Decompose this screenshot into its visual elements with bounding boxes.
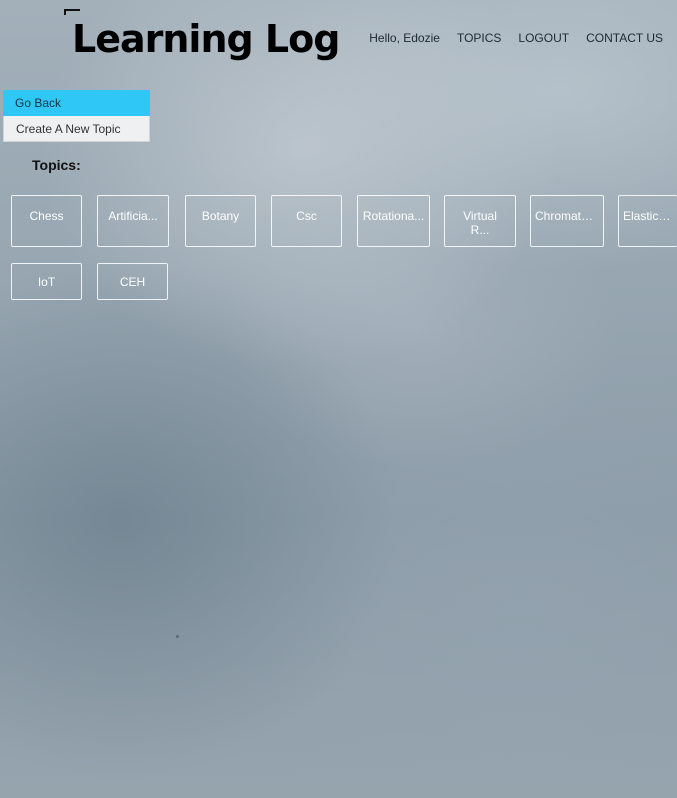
topic-card-label: Csc	[296, 209, 317, 223]
topic-card-artificial[interactable]: Artificia...	[97, 195, 169, 247]
topic-card-iot[interactable]: IoT	[11, 263, 82, 300]
topic-card-label: Rotationa...	[362, 209, 425, 223]
greeting-link[interactable]: Hello, Edozie	[369, 31, 440, 45]
side-menu: Go Back Create A New Topic	[3, 90, 150, 142]
topic-card-chess[interactable]: Chess	[11, 195, 82, 247]
topic-card-rotational[interactable]: Rotationa...	[357, 195, 430, 247]
topic-card-label: Artificia...	[108, 209, 158, 223]
contact-nav-link[interactable]: CONTACT US	[586, 31, 663, 45]
topic-card-elasticity[interactable]: Elasticit...	[618, 195, 677, 247]
topic-card-label: Virtual R...	[463, 209, 497, 237]
topic-card-label: Chess	[29, 209, 64, 223]
topic-card-label: CEH	[119, 275, 146, 289]
topic-card-label: IoT	[37, 275, 56, 289]
corner-bracket-icon	[64, 9, 80, 15]
topic-card-label: Botany	[201, 209, 240, 223]
topics-heading: Topics:	[32, 157, 81, 173]
top-nav: Hello, Edozie TOPICS LOGOUT CONTACT US	[369, 31, 663, 45]
topic-card-ceh[interactable]: CEH	[97, 263, 168, 300]
site-title: Learning Log	[72, 17, 340, 61]
topic-card-csc[interactable]: Csc	[271, 195, 342, 247]
logout-nav-link[interactable]: LOGOUT	[518, 31, 569, 45]
create-topic-button[interactable]: Create A New Topic	[3, 116, 150, 142]
topic-card-botany[interactable]: Botany	[185, 195, 256, 247]
topic-card-label: Elasticit...	[623, 209, 673, 223]
topic-card-virtual-reality[interactable]: Virtual R...	[444, 195, 516, 247]
background-dot	[176, 635, 179, 638]
go-back-button[interactable]: Go Back	[3, 90, 150, 116]
topic-card-chromatography[interactable]: Chromatog...	[530, 195, 604, 247]
topic-card-label: Chromatog...	[535, 209, 599, 223]
topics-nav-link[interactable]: TOPICS	[457, 31, 501, 45]
